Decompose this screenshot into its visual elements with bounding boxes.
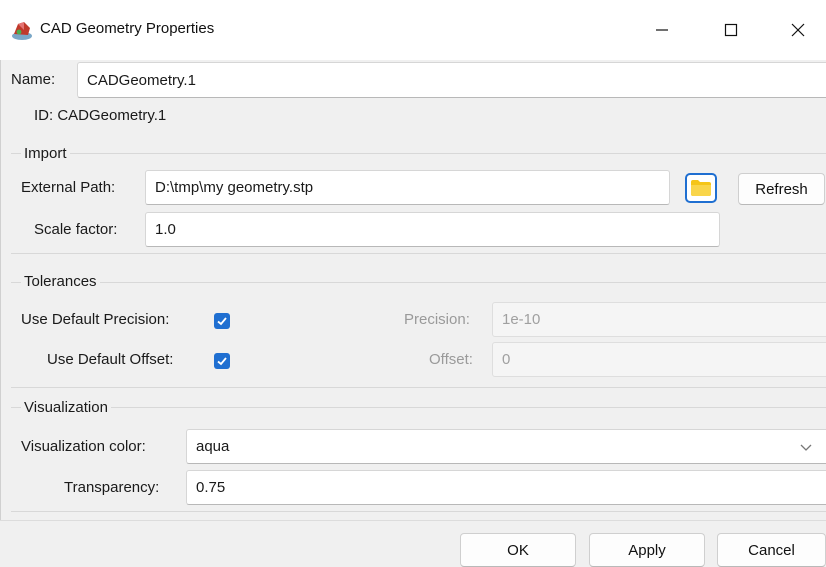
scale-factor-input[interactable]: 1.0	[145, 212, 720, 247]
precision-label: Precision:	[404, 311, 470, 328]
name-label: Name:	[11, 71, 56, 88]
use-default-precision-label: Use Default Precision:	[21, 311, 170, 328]
browse-button[interactable]	[685, 173, 717, 203]
tolerances-group-title: Tolerances	[21, 272, 100, 292]
id-text: ID: CADGeometry.1	[34, 107, 167, 124]
title-bar: CAD Geometry Properties	[0, 0, 826, 60]
refresh-button[interactable]: Refresh	[738, 173, 825, 205]
close-button[interactable]	[770, 0, 826, 60]
transparency-input[interactable]: 0.75	[186, 470, 826, 505]
import-group-title: Import	[21, 144, 70, 164]
close-icon	[791, 23, 805, 37]
maximize-icon	[724, 23, 738, 37]
window-title: CAD Geometry Properties	[40, 20, 215, 37]
precision-input[interactable]: 1e-10	[492, 302, 826, 337]
folder-icon	[691, 180, 711, 196]
external-path-input[interactable]: D:\tmp\my geometry.stp	[145, 170, 670, 205]
visualization-group-title: Visualization	[21, 398, 111, 418]
use-default-precision-checkbox[interactable]	[214, 313, 230, 329]
dialog-content: Name: CADGeometry.1 ID: CADGeometry.1 Im…	[0, 60, 826, 520]
dialog-footer: OK Apply Cancel	[0, 520, 826, 567]
visualization-color-select[interactable]: aqua	[186, 429, 826, 464]
scale-factor-label: Scale factor:	[34, 221, 118, 238]
use-default-offset-label: Use Default Offset:	[47, 351, 174, 368]
offset-input[interactable]: 0	[492, 342, 826, 377]
external-path-label: External Path:	[21, 179, 116, 196]
use-default-offset-checkbox[interactable]	[214, 353, 230, 369]
offset-label: Offset:	[429, 351, 473, 368]
chevron-down-icon	[800, 444, 812, 451]
check-icon	[217, 357, 227, 366]
visualization-color-value: aqua	[196, 438, 230, 455]
apply-button[interactable]: Apply	[589, 533, 705, 567]
cancel-button[interactable]: Cancel	[717, 533, 826, 567]
minimize-icon	[656, 29, 668, 31]
check-icon	[217, 317, 227, 326]
ok-button[interactable]: OK	[460, 533, 576, 567]
maximize-button[interactable]	[703, 0, 759, 60]
visualization-color-label: Visualization color:	[21, 438, 146, 455]
name-input[interactable]: CADGeometry.1	[77, 62, 826, 98]
minimize-button[interactable]	[634, 0, 690, 60]
transparency-label: Transparency:	[64, 479, 160, 496]
cad-geometry-icon	[10, 18, 34, 42]
